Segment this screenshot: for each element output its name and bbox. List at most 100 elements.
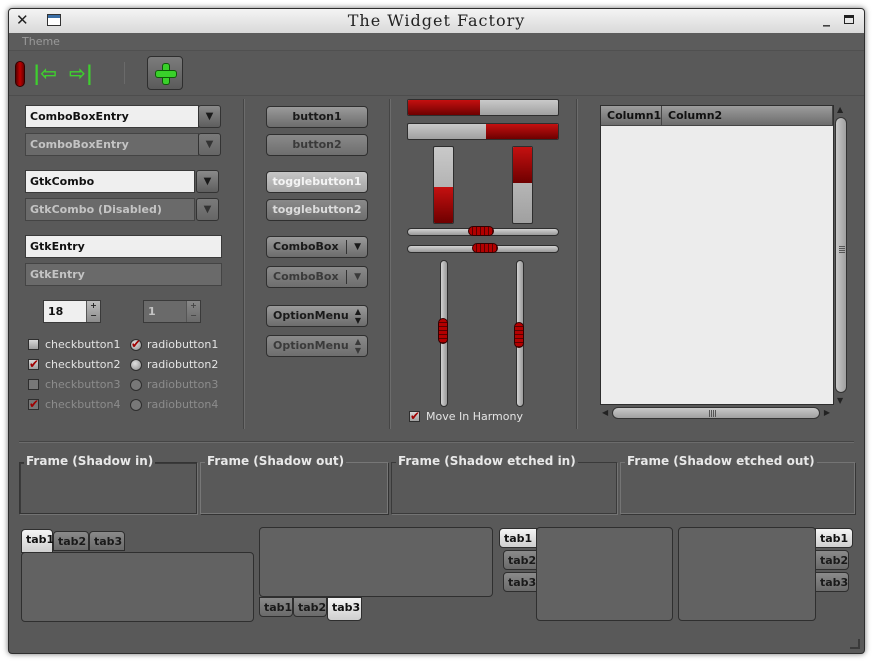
tab-tab3[interactable]: tab3 bbox=[503, 572, 537, 592]
radiobutton-label: radiobutton4 bbox=[147, 398, 219, 411]
notebook-right-page bbox=[678, 527, 816, 621]
hscale-2[interactable] bbox=[407, 243, 559, 253]
back-arrow-icon[interactable]: |⇦ bbox=[33, 63, 57, 83]
maximize-icon[interactable] bbox=[844, 15, 854, 24]
slider-handle[interactable] bbox=[438, 318, 448, 344]
optionmenu-label: OptionMenu bbox=[273, 339, 349, 352]
checkbutton-label: checkbutton1 bbox=[45, 338, 121, 351]
chevron-down-icon[interactable]: ▼ bbox=[198, 105, 221, 128]
button1[interactable]: button1 bbox=[266, 106, 368, 128]
spin-arrows-icon[interactable]: + − bbox=[86, 301, 100, 322]
checkbox-icon bbox=[28, 379, 39, 390]
column-separator bbox=[389, 99, 391, 429]
tab-tab2[interactable]: tab2 bbox=[53, 531, 89, 551]
checkbox-icon bbox=[28, 339, 39, 350]
tab-tab2[interactable]: tab2 bbox=[293, 597, 327, 617]
radio-icon bbox=[130, 399, 142, 411]
selected-radio-icon bbox=[130, 337, 142, 351]
tab-tab1[interactable]: tab1 bbox=[499, 528, 537, 548]
scroll-right-icon[interactable]: ▶ bbox=[824, 408, 830, 417]
tree-view[interactable]: Column1 Column2 bbox=[600, 105, 834, 405]
tab-tab3[interactable]: tab3 bbox=[89, 531, 125, 551]
resize-grip[interactable] bbox=[850, 639, 860, 649]
notebook-top-page bbox=[21, 552, 254, 622]
notebook-bottom-page bbox=[259, 527, 493, 597]
checked-checkbox-icon bbox=[28, 357, 39, 371]
forward-arrow-icon[interactable]: ⇨| bbox=[69, 63, 93, 83]
slider-handle[interactable] bbox=[514, 322, 524, 348]
radiobutton-label: radiobutton1 bbox=[147, 338, 219, 351]
horizontal-scrollbar[interactable]: ◀ ▶ bbox=[600, 406, 832, 420]
toolbar: |⇦ ⇨| bbox=[9, 52, 864, 96]
column-separator bbox=[243, 99, 245, 429]
move-in-harmony-label: Move In Harmony bbox=[426, 410, 523, 423]
tab-tab2[interactable]: tab2 bbox=[503, 550, 537, 570]
column-header-2[interactable]: Column2 bbox=[662, 106, 833, 126]
frame-label: Frame (Shadow in) bbox=[24, 454, 156, 468]
vertical-scrollbar[interactable]: ▲ ▼ bbox=[834, 105, 848, 405]
gtkcombo-input[interactable]: GtkCombo bbox=[25, 170, 195, 193]
spin-arrows-icon: + − bbox=[186, 301, 200, 322]
frame-shadow-in: Frame (Shadow in) bbox=[19, 454, 197, 514]
chevron-down-icon: ▼ bbox=[198, 133, 221, 156]
checkbutton-label: checkbutton4 bbox=[45, 398, 121, 411]
optionmenu-label: OptionMenu bbox=[273, 309, 349, 322]
frame-label: Frame (Shadow etched in) bbox=[396, 454, 578, 468]
toolbar-handle[interactable] bbox=[15, 61, 25, 87]
vscale-1[interactable] bbox=[438, 260, 448, 407]
progress-fill bbox=[486, 124, 558, 139]
progressbar-v2 bbox=[512, 146, 533, 224]
tab-tab3[interactable]: tab3 bbox=[815, 572, 849, 592]
slider-handle[interactable] bbox=[468, 226, 494, 236]
frame-label: Frame (Shadow etched out) bbox=[625, 454, 817, 468]
scroll-thumb[interactable] bbox=[612, 407, 820, 419]
column-header-1[interactable]: Column1 bbox=[601, 106, 662, 126]
scroll-up-icon[interactable]: ▲ bbox=[837, 105, 843, 114]
checkbutton-label: checkbutton3 bbox=[45, 378, 121, 391]
add-button[interactable] bbox=[147, 56, 183, 90]
frame-shadow-out: Frame (Shadow out) bbox=[200, 454, 388, 514]
minimize-icon[interactable]: _ bbox=[823, 11, 830, 27]
spinbutton[interactable]: 18 + − bbox=[43, 300, 101, 323]
progress-fill bbox=[434, 186, 453, 223]
toolbar-separator bbox=[124, 62, 125, 84]
scroll-thumb[interactable] bbox=[835, 117, 847, 393]
progress-fill bbox=[408, 100, 480, 115]
combobox-label: ComboBox bbox=[273, 270, 339, 283]
slider-handle[interactable] bbox=[472, 243, 498, 253]
combobox[interactable]: ComboBox ▼ bbox=[266, 236, 368, 258]
chevron-down-icon[interactable]: ▼ bbox=[196, 170, 219, 193]
tab-tab3[interactable]: tab3 bbox=[327, 597, 362, 621]
comboboxentry-disabled-input: ComboBoxEntry bbox=[25, 133, 199, 156]
tab-tab2[interactable]: tab2 bbox=[815, 550, 849, 570]
tab-tab1[interactable]: tab1 bbox=[815, 528, 853, 548]
scroll-left-icon[interactable]: ◀ bbox=[602, 408, 608, 417]
radio-icon bbox=[130, 379, 142, 391]
menu-theme[interactable]: Theme bbox=[22, 35, 60, 48]
progress-fill bbox=[513, 147, 532, 184]
optionmenu[interactable]: OptionMenu ▲ ▼ bbox=[266, 305, 368, 327]
vscale-2[interactable] bbox=[514, 260, 524, 407]
frame-shadow-etched-in: Frame (Shadow etched in) bbox=[391, 454, 617, 514]
column-separator bbox=[576, 99, 578, 429]
radiobutton-label: radiobutton2 bbox=[147, 358, 219, 371]
titlebar: ✕ The Widget Factory _ bbox=[9, 9, 864, 33]
notebook-left-page bbox=[536, 527, 673, 621]
chevron-down-icon: ▼ bbox=[354, 272, 361, 282]
checked-checkbox-icon bbox=[28, 397, 39, 411]
togglebutton1[interactable]: togglebutton1 bbox=[266, 171, 368, 193]
combobox-disabled: ComboBox ▼ bbox=[266, 266, 368, 288]
frame-shadow-etched-out: Frame (Shadow etched out) bbox=[620, 454, 855, 514]
tab-tab1[interactable]: tab1 bbox=[21, 529, 54, 553]
gtkentry-input[interactable]: GtkEntry bbox=[25, 235, 222, 258]
scroll-down-icon[interactable]: ▼ bbox=[837, 396, 843, 405]
comboboxentry-input[interactable]: ComboBoxEntry bbox=[25, 105, 199, 128]
hscale-1[interactable] bbox=[407, 226, 559, 236]
section-separator bbox=[19, 441, 854, 443]
tab-tab1[interactable]: tab1 bbox=[259, 597, 293, 617]
radio-icon bbox=[130, 359, 142, 371]
radiobutton-label: radiobutton3 bbox=[147, 378, 219, 391]
spinbutton-disabled: 1 + − bbox=[143, 300, 201, 323]
spinbutton-value: 1 bbox=[148, 305, 156, 318]
spinbutton-value: 18 bbox=[48, 305, 64, 318]
